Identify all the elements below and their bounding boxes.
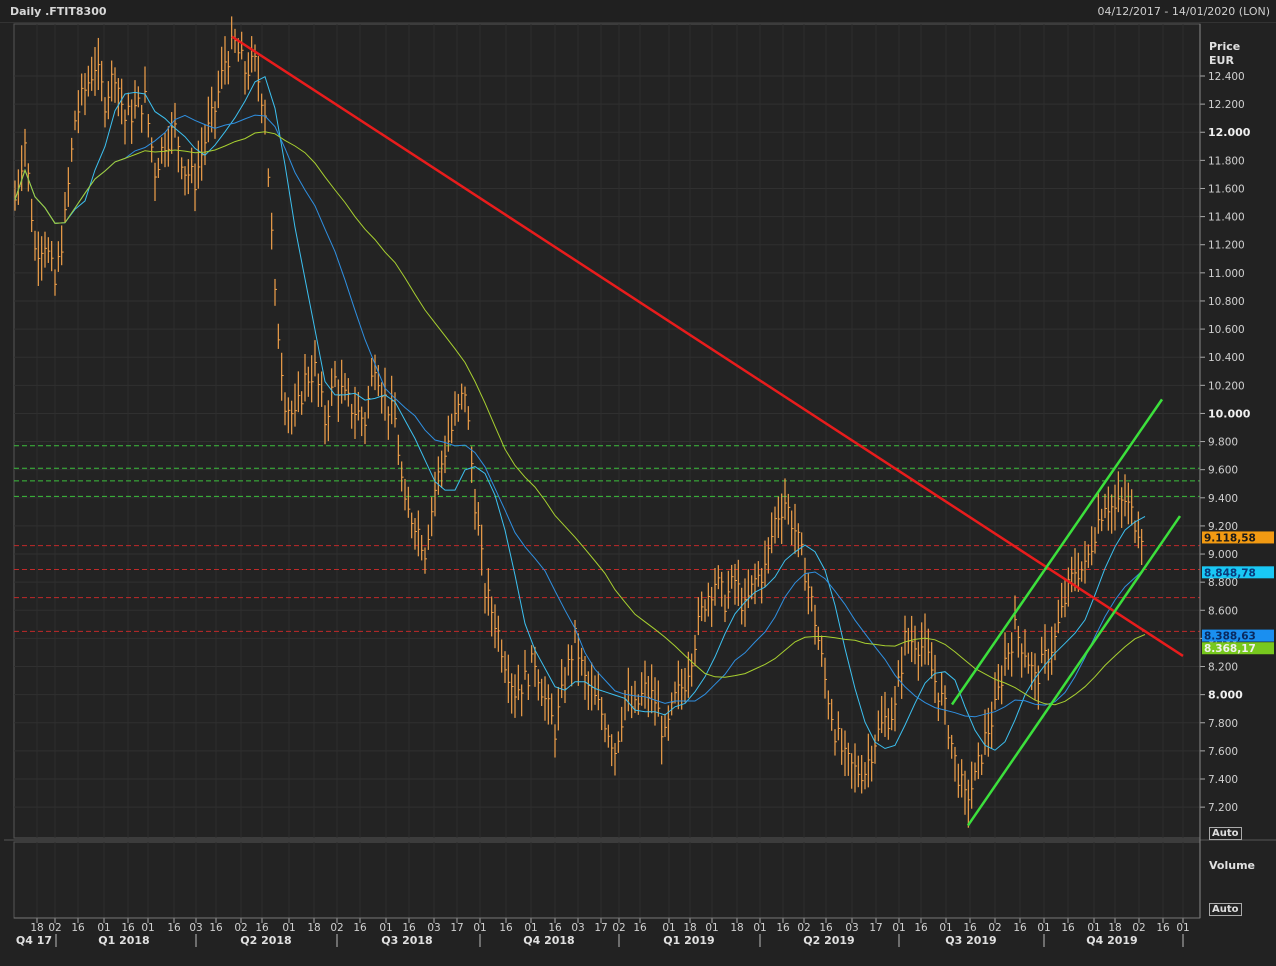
y-tick-label: 9.400 [1208,493,1238,505]
x-tick-label: 16 [209,922,223,934]
x-tick-label: 01 [379,922,392,934]
x-quarter-label: Q4 17 [16,934,52,947]
x-tick-label: 01 [1176,922,1189,934]
x-tick-label: 02 [234,922,247,934]
y-tick-label: 11.600 [1208,183,1245,195]
price-tag-label: 8.368,17 [1204,643,1256,655]
price-tag-label: 8.848,78 [1204,567,1256,579]
x-quarter-label: Q3 2019 [945,934,996,947]
x-tick-label: 01 [282,922,295,934]
x-tick-label: 01 [662,922,675,934]
y-tick-label: 8.200 [1208,662,1238,674]
x-tick-label: 16 [167,922,181,934]
x-tick-label: 18 [30,922,43,934]
x-tick-label: 16 [1156,922,1170,934]
x-tick-label: 16 [819,922,833,934]
y-tick-label: 11.200 [1208,240,1245,252]
price-axis-label: Price [1209,40,1240,53]
volume-auto-scale-button[interactable]: Auto [1209,903,1242,916]
y-tick-label: 10.400 [1208,352,1245,364]
price-tag-label: 9.118,58 [1204,532,1256,544]
x-tick-label: 16 [121,922,135,934]
x-tick-label: 02 [330,922,343,934]
x-tick-label: 17 [869,922,882,934]
x-tick-label: 16 [1013,922,1027,934]
x-tick-label: 03 [427,922,440,934]
price-auto-scale-button[interactable]: Auto [1209,827,1242,840]
x-quarter-label: Q3 2018 [381,934,432,947]
x-tick-label: 16 [255,922,269,934]
x-tick-label: 17 [594,922,607,934]
x-tick-label: 03 [189,922,202,934]
x-quarter-label: Q2 2019 [803,934,854,947]
x-tick-label: 16 [963,922,977,934]
plot-area [13,23,1201,839]
y-tick-label: 7.600 [1208,746,1238,758]
y-tick-label: 12.000 [1208,126,1251,139]
y-tick-label: 7.400 [1208,774,1238,786]
y-tick-label: 7.200 [1208,802,1238,814]
y-tick-label: 9.200 [1208,521,1238,533]
x-tick-label: 16 [1061,922,1075,934]
y-tick-label: 11.800 [1208,155,1245,167]
x-tick-label: 01 [939,922,952,934]
y-tick-label: 10.000 [1208,407,1251,420]
x-tick-label: 18 [683,922,696,934]
x-quarter-label: Q1 2019 [663,934,714,947]
x-tick-label: 16 [71,922,85,934]
x-tick-label: 01 [1037,922,1050,934]
y-tick-label: 12.200 [1208,99,1245,111]
x-tick-label: 18 [730,922,743,934]
x-quarter-label: Q1 2018 [98,934,149,947]
currency-label: EUR [1209,54,1234,67]
x-tick-label: 01 [1087,922,1100,934]
y-tick-label: 8.000 [1208,689,1243,702]
y-tick-label: 9.000 [1208,549,1238,561]
x-quarter-label: Q4 2019 [1086,934,1137,947]
x-tick-label: 02 [988,922,1001,934]
y-tick-label: 11.400 [1208,212,1245,224]
x-tick-label: 02 [1132,922,1145,934]
x-tick-label: 01 [141,922,154,934]
x-tick-label: 16 [353,922,367,934]
price-chart[interactable]: 12.400 12.200 12.000 11.800 11.600 11.400 11.2… [0,0,1276,966]
price-tag-label: 8.388,63 [1204,631,1256,643]
x-quarter-label: Q4 2018 [523,934,574,947]
y-tick-label: 12.400 [1208,71,1245,83]
y-tick-label: 9.800 [1208,437,1238,449]
x-tick-label: 02 [48,922,61,934]
volume-area [13,841,1201,919]
x-tick-label: 03 [845,922,858,934]
x-tick-label: 01 [524,922,537,934]
x-tick-label: 16 [776,922,790,934]
x-tick-label: 16 [914,922,928,934]
y-tick-label: 11.000 [1208,268,1245,280]
x-tick-label: 16 [499,922,513,934]
x-tick-label: 02 [612,922,625,934]
x-tick-label: 01 [705,922,718,934]
x-tick-label: 03 [571,922,584,934]
x-tick-label: 16 [633,922,647,934]
y-tick-label: 10.800 [1208,296,1245,308]
x-tick-label: 02 [797,922,810,934]
y-tick-label: 10.200 [1208,380,1245,392]
volume-label: Volume [1209,859,1255,872]
x-tick-label: 01 [97,922,110,934]
x-tick-label: 01 [753,922,766,934]
y-tick-label: 10.600 [1208,324,1245,336]
y-tick-label: 9.600 [1208,465,1238,477]
x-tick-label: 01 [473,922,486,934]
x-tick-label: 01 [892,922,905,934]
x-quarter-label: Q2 2018 [240,934,291,947]
x-tick-label: 18 [307,922,320,934]
x-tick-label: 16 [402,922,416,934]
y-tick-label: 8.600 [1208,605,1238,617]
y-tick-label: 7.800 [1208,718,1238,730]
x-tick-label: 17 [450,922,463,934]
x-tick-label: 18 [1108,922,1121,934]
x-tick-label: 16 [548,922,562,934]
